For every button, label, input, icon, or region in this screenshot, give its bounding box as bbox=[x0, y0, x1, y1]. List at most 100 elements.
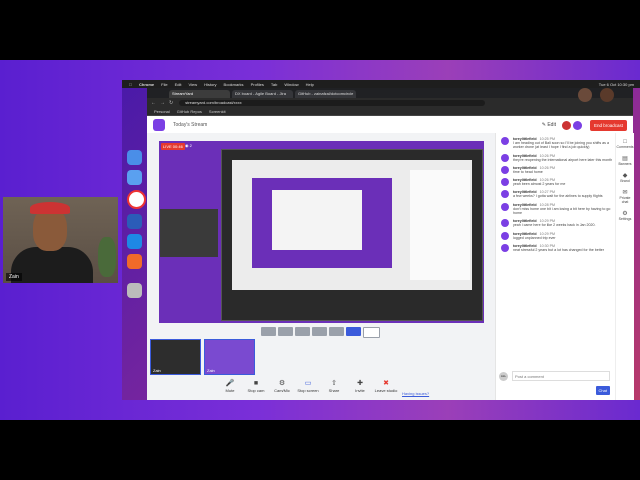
url-field[interactable]: streamyard.com/broadcast/xxxx bbox=[179, 100, 486, 106]
banners-tab[interactable]: ▤ Banners bbox=[616, 155, 634, 166]
broadcast-canvas: LIVE 00:46 ◉ 2 bbox=[159, 141, 484, 323]
menu-window[interactable]: Window bbox=[284, 82, 298, 87]
chat-message-body: toreylittlefield 10:26 PM time to head hom… bbox=[513, 166, 613, 174]
cam-mic-button[interactable]: ⚙ Cam/Mic bbox=[269, 380, 295, 393]
chat-send-button[interactable]: Chat bbox=[595, 386, 610, 395]
comments-tab[interactable]: □ Comments bbox=[616, 139, 634, 149]
menu-app-name[interactable]: Chrome bbox=[139, 82, 154, 87]
invite-button[interactable]: ✚ Invite bbox=[347, 380, 373, 393]
menu-view[interactable]: View bbox=[188, 82, 197, 87]
share-button[interactable]: ⇧ Share bbox=[321, 380, 347, 393]
mic-icon: 🎤 bbox=[225, 380, 235, 387]
chat-text: a few weeks? I gotta wait for the airlin… bbox=[513, 194, 603, 199]
layout-sidebar[interactable] bbox=[346, 327, 361, 336]
vscode-icon[interactable] bbox=[127, 234, 142, 249]
studio-toolbar: 🎤 Mute ■ Stop cam ⚙ Cam/Mic ▭ Stop screen ⇧ S… bbox=[217, 380, 399, 393]
leave-studio-button[interactable]: ✖ Leave studio bbox=[373, 380, 399, 393]
reload-icon[interactable]: ↻ bbox=[169, 100, 173, 106]
streamyard-logo-icon[interactable] bbox=[153, 119, 165, 131]
share-label: Share bbox=[328, 388, 340, 393]
stop-cam-button[interactable]: ■ Stop cam bbox=[243, 380, 269, 393]
brand-icon: ◆ bbox=[622, 173, 628, 179]
invite-label: Invite bbox=[355, 388, 365, 393]
settings-tab[interactable]: ⚙ Settings bbox=[616, 210, 634, 221]
chat-text: I am heading out of Bali soon so I'll be… bbox=[513, 141, 609, 150]
trash-icon[interactable] bbox=[127, 283, 142, 298]
gear-icon: ⚙ bbox=[622, 211, 628, 217]
back-icon[interactable]: ← bbox=[151, 100, 156, 106]
bookmark-github-repos[interactable]: GitHub Repos bbox=[177, 109, 202, 114]
cam-mic-label: Cam/Mic bbox=[274, 388, 290, 393]
menu-tab[interactable]: Tab bbox=[271, 82, 277, 87]
private-chat-tab[interactable]: ✉ Private chat bbox=[616, 189, 634, 204]
tile-label: Zain bbox=[153, 368, 161, 373]
nested-window bbox=[272, 190, 362, 250]
screen-icon: ▭ bbox=[304, 380, 312, 387]
avatar bbox=[501, 165, 509, 174]
swift-icon[interactable] bbox=[127, 254, 142, 269]
layout-picker bbox=[261, 327, 382, 338]
menu-file[interactable]: File bbox=[161, 82, 167, 87]
brand-tab[interactable]: ◆ Brand bbox=[616, 172, 634, 183]
banners-label: Banners bbox=[618, 162, 632, 166]
mail-icon[interactable] bbox=[127, 170, 142, 185]
finder-icon[interactable] bbox=[127, 150, 142, 165]
chat-message-body: toreylittlefield 10:30 PM neat stressful 2… bbox=[513, 244, 613, 252]
layout-leader[interactable] bbox=[295, 327, 310, 336]
apple-icon[interactable]:  bbox=[129, 82, 132, 87]
camera-tile[interactable]: Zain bbox=[150, 339, 201, 375]
destination-avatar[interactable] bbox=[561, 120, 571, 130]
bookmark-screenkit[interactable]: Screenkit bbox=[209, 109, 226, 114]
destination-avatar[interactable] bbox=[572, 120, 582, 130]
tab-github[interactable]: GitHub - zainafzal/dotcomcircle bbox=[295, 90, 356, 98]
chat-message: toreylittlefield 10:26 PM yeah been almost… bbox=[501, 178, 616, 187]
camera-icon: ■ bbox=[253, 380, 259, 387]
word-icon[interactable] bbox=[127, 214, 142, 229]
chat-text: don't miss home one bit i am losing a bi… bbox=[513, 206, 611, 216]
chat-message: toreylittlefield 10:26 PM they're reopenin… bbox=[501, 153, 616, 162]
chat-text: time to head home bbox=[513, 169, 543, 174]
chat-message-body: toreylittlefield 10:26 PM they're reopenin… bbox=[513, 154, 613, 162]
webcam-plant bbox=[98, 237, 116, 277]
screen-tile[interactable]: Zain bbox=[204, 339, 255, 375]
menu-history[interactable]: History bbox=[204, 82, 216, 87]
bookmarks-bar: Personal GitHub Repos Screenkit bbox=[147, 108, 633, 116]
end-broadcast-button[interactable]: End broadcast bbox=[589, 119, 627, 131]
menu-edit[interactable]: Edit bbox=[175, 82, 182, 87]
chat-text: they're reopening the international airp… bbox=[513, 157, 613, 162]
layout-thin[interactable] bbox=[312, 327, 327, 336]
layout-group[interactable] bbox=[278, 327, 293, 336]
edit-button[interactable]: ✎ Edit bbox=[542, 122, 556, 128]
private-chat-label: Private chat bbox=[619, 196, 631, 204]
webcam-person-body bbox=[11, 247, 93, 283]
menu-help[interactable]: Help bbox=[306, 82, 314, 87]
brand-label: Brand bbox=[620, 179, 630, 183]
tile-label: Zain bbox=[207, 368, 215, 373]
chrome-icon[interactable] bbox=[127, 190, 146, 209]
audience-selector[interactable]: ALL bbox=[499, 371, 508, 381]
chat-input-row: ALL bbox=[499, 371, 610, 381]
chat-input[interactable] bbox=[512, 371, 610, 381]
menu-bookmarks[interactable]: Bookmarks bbox=[224, 82, 244, 87]
stop-screen-button[interactable]: ▭ Stop screen bbox=[295, 380, 321, 393]
tab-streamyard[interactable]: StreamYard bbox=[169, 90, 230, 98]
mute-button[interactable]: 🎤 Mute bbox=[217, 380, 243, 393]
having-issues-link[interactable]: Having issues? bbox=[402, 391, 429, 396]
avatar bbox=[501, 190, 509, 199]
edit-label: Edit bbox=[547, 122, 556, 128]
chat-message-body: toreylittlefield 10:26 PM yeah been almost… bbox=[513, 178, 613, 186]
bookmark-personal[interactable]: Personal bbox=[154, 109, 170, 114]
layout-fullscreen[interactable] bbox=[363, 327, 380, 338]
banner-icon: ▤ bbox=[622, 156, 628, 162]
layout-single[interactable] bbox=[261, 327, 276, 336]
chat-message: toreylittlefield 10:29 PM yeah i came here… bbox=[501, 219, 616, 228]
nested-chat bbox=[410, 170, 470, 280]
chat-message: toreylittlefield 10:29 PM logged unplanned… bbox=[501, 231, 616, 240]
share-icon: ⇧ bbox=[331, 380, 337, 387]
memoji-avatar-icon bbox=[578, 88, 592, 102]
tab-jira[interactable]: DX board - Agile Board - Jira bbox=[232, 90, 293, 98]
forward-icon[interactable]: → bbox=[160, 100, 165, 106]
chat-text: yeah i came here for like 2 weeks back i… bbox=[513, 223, 596, 228]
layout-pip[interactable] bbox=[329, 327, 344, 336]
menu-profiles[interactable]: Profiles bbox=[251, 82, 264, 87]
